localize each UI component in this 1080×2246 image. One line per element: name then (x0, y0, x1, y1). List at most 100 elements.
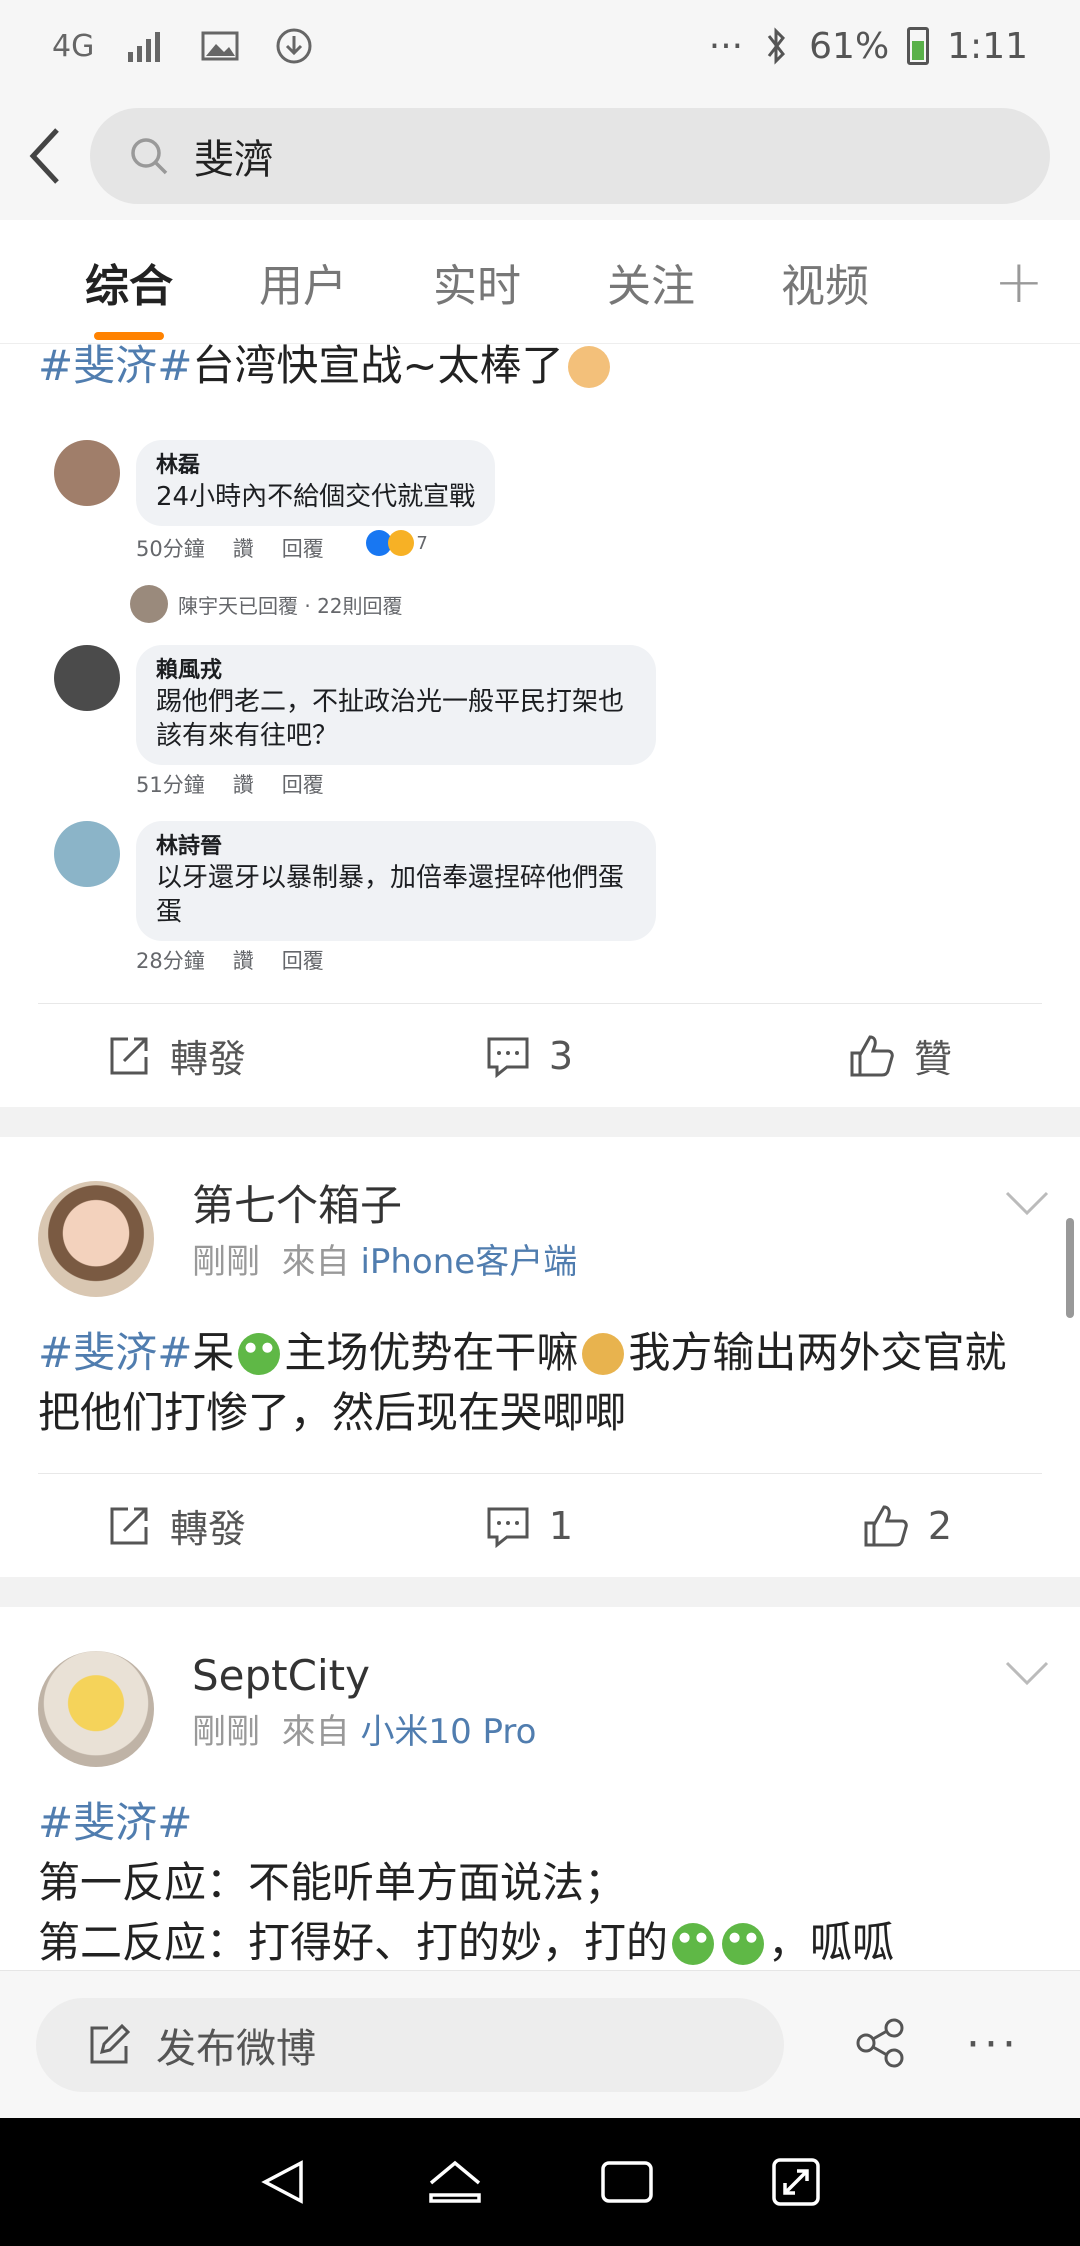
fb-comment-text: 踢他們老二，不扯政治光一般平民打架也該有來有往吧？ (156, 687, 625, 751)
post-body: 台湾快宣战~太棒了 (192, 344, 564, 390)
fb-comment-meta: 50分鐘 讚 回覆 7 (136, 530, 495, 563)
post-body: 第二反应：打得好、打的妙，打的 (38, 1918, 669, 1967)
post-header: 第七个箱子 剛剛 來自 iPhone客户端 (0, 1137, 1080, 1297)
status-right: ··· 61% 1:11 (709, 26, 1028, 67)
nav-recents-icon[interactable] (599, 2155, 655, 2209)
repost-label: 轉發 (170, 1037, 247, 1081)
avatar[interactable] (38, 1651, 154, 1767)
repost-button[interactable]: 轉發 (38, 1028, 388, 1083)
doge-emoji-icon (582, 1333, 625, 1375)
status-bar: 4G ··· 61% 1:11 (0, 0, 1080, 92)
like-button[interactable]: 贊 (670, 1028, 1042, 1083)
chevron-down-icon[interactable] (1004, 1659, 1050, 1687)
fb-reply-label: 回覆 (281, 773, 324, 797)
username[interactable]: SeptCity (192, 1647, 536, 1705)
frog-emoji-icon (238, 1333, 281, 1375)
post-body-line: 第一反应：不能听单方面说法； (38, 1858, 627, 1907)
avatar (54, 821, 120, 887)
fb-reactions: 7 (366, 530, 428, 556)
nav-home-icon[interactable] (425, 2155, 485, 2209)
fb-comment: 林詩晉 以牙還牙以暴制暴，加倍奉還捏碎他們蛋蛋 28分鐘 讚 回覆 (54, 821, 694, 975)
avatar (54, 645, 120, 711)
add-tab-button[interactable]: + (994, 247, 1044, 317)
search-header: 斐濟 (0, 92, 1080, 220)
nav-back-icon[interactable] (257, 2155, 311, 2209)
chevron-down-icon[interactable] (1004, 1189, 1050, 1217)
tab-realtime[interactable]: 实时 (390, 250, 564, 314)
comment-icon (487, 1507, 529, 1548)
fb-like-label: 讚 (232, 949, 254, 973)
like-label: 贊 (913, 1037, 952, 1081)
compose-weibo-button[interactable]: 发布微博 (36, 1997, 784, 2092)
fb-reaction-count: 7 (416, 532, 428, 554)
username[interactable]: 第七个箱子 (192, 1177, 577, 1235)
hashtag-link[interactable]: #斐济# (38, 344, 192, 390)
gallery-icon (201, 31, 239, 61)
hashtag-link[interactable]: #斐济# (38, 1798, 192, 1847)
fb-like-label: 讚 (232, 537, 254, 561)
cat-emoji-icon (567, 346, 610, 388)
post-divider (0, 1577, 1080, 1607)
post-divider (0, 1107, 1080, 1137)
post-action-bar: 轉發 3 贊 (38, 1003, 1042, 1107)
post-time: 剛剛 (192, 1242, 260, 1282)
avatar[interactable] (38, 1181, 154, 1297)
thumbs-up-icon (850, 1034, 894, 1076)
post-source[interactable]: iPhone客户端 (360, 1242, 577, 1282)
edit-icon (90, 2023, 131, 2063)
search-icon (131, 138, 168, 175)
post-text: #斐济#呆 主场优势在干嘛 我方输出两外交官就把他们打惨了，然后现在哭唧唧 (0, 1323, 1080, 1443)
comment-button[interactable]: 3 (388, 1033, 670, 1079)
back-button[interactable] (0, 92, 90, 220)
status-dots: ··· (708, 25, 744, 67)
fb-reply-summary: 陳宇天已回覆 · 22則回覆 (130, 585, 694, 623)
clock: 1:11 (947, 25, 1028, 67)
avatar (54, 440, 120, 506)
repost-button[interactable]: 轉發 (38, 1498, 388, 1553)
search-input[interactable]: 斐濟 (90, 108, 1050, 204)
fb-comment-meta: 28分鐘 讚 回覆 (136, 945, 656, 975)
frog-emoji-icon (722, 1923, 765, 1965)
fb-comment: 林磊 24小時內不給個交代就宣戰 50分鐘 讚 回覆 7 (54, 440, 694, 563)
fb-reply-summary-text: 陳宇天已回覆 · 22則回覆 (178, 593, 403, 618)
post-card: 第七个箱子 剛剛 來自 iPhone客户端 #斐济#呆 主场优势在干嘛 我方输出两外… (0, 1137, 1080, 1577)
comment-count: 1 (548, 1503, 574, 1548)
system-nav-bar (0, 2118, 1080, 2246)
post-card: #斐济#台湾快宣战~太棒了 林磊 24小時內不給個交代就宣戰 50分鐘讚回覆 7 (0, 344, 1080, 1107)
comment-count: 3 (548, 1033, 574, 1078)
comment-button[interactable]: 1 (388, 1503, 670, 1549)
back-arrow-icon (29, 128, 59, 184)
post-image-screenshot[interactable]: 林磊 24小時內不給個交代就宣戰 50分鐘讚回覆 7 陳宇天已回覆 · 22則回… (54, 440, 694, 975)
post-card: SeptCity 剛剛 來自 小米10 Pro #斐济# 第一反应：不能听单方面… (0, 1607, 1080, 1970)
post-time: 剛剛 (192, 1712, 260, 1752)
filter-tabs: 综合 用户 实时 关注 视频 + (0, 220, 1080, 344)
fb-comment-meta: 51分鐘 讚 回覆 (136, 769, 656, 799)
post-body: ，呱呱 (768, 1918, 895, 1967)
scrollbar[interactable] (1066, 1218, 1074, 1318)
fb-comment-time: 28分鐘 (136, 949, 205, 973)
download-icon (276, 28, 312, 64)
tab-video[interactable]: 视频 (738, 250, 912, 314)
signal-icon (128, 32, 161, 62)
more-button[interactable]: ··· (966, 2019, 1020, 2070)
tab-users[interactable]: 用户 (216, 250, 390, 314)
search-query: 斐濟 (194, 137, 274, 183)
like-count: 2 (927, 1503, 952, 1548)
frog-emoji-icon (672, 1923, 715, 1965)
share-button[interactable] (854, 2017, 906, 2073)
fb-comment-text: 24小時內不給個交代就宣戰 (156, 482, 476, 512)
haha-reaction-icon (388, 530, 415, 556)
network-indicator: 4G (52, 28, 95, 64)
bottom-toolbar: 发布微博 ··· (0, 1970, 1080, 2118)
fb-reply-label: 回覆 (281, 949, 324, 973)
nav-expand-icon[interactable] (769, 2155, 823, 2209)
tab-comprehensive[interactable]: 综合 (42, 250, 216, 314)
share-icon (856, 2018, 904, 2067)
hashtag-link[interactable]: #斐济# (38, 1328, 192, 1377)
post-meta: 剛剛 來自 iPhone客户端 (192, 1235, 577, 1289)
post-source[interactable]: 小米10 Pro (360, 1712, 536, 1752)
comment-icon (487, 1037, 529, 1078)
like-button[interactable]: 2 (670, 1503, 1042, 1549)
fb-comment-bubble: 賴風戎 踢他們老二，不扯政治光一般平民打架也該有來有往吧？ (136, 645, 656, 765)
tab-following[interactable]: 关注 (564, 250, 738, 314)
